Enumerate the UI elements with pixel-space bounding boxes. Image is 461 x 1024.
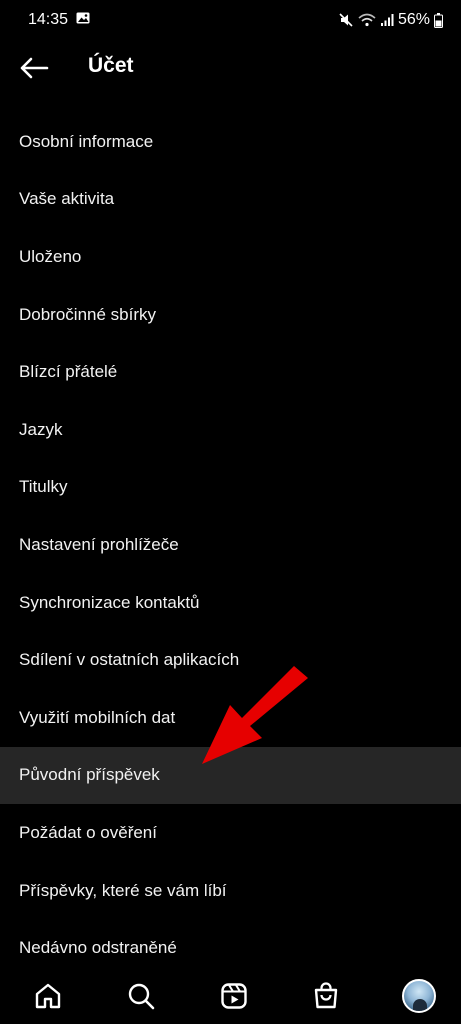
menu-item-label: Původní příspěvek [19,765,160,785]
menu-item-contacts-sync[interactable]: Synchronizace kontaktů [0,574,461,632]
search-icon [128,983,155,1010]
mute-icon [338,12,354,28]
menu-item-label: Dobročinné sbírky [19,304,157,324]
home-icon [35,983,61,1009]
battery-icon [434,12,443,28]
menu-item-liked-posts[interactable]: Příspěvky, které se vám líbí [0,862,461,920]
menu-item-label: Nastavení prohlížeče [19,534,179,554]
nav-shop-button[interactable] [306,976,346,1016]
reels-icon [220,983,247,1009]
menu-item-fundraisers[interactable]: Dobročinné sbírky [0,286,461,344]
menu-item-request-verification[interactable]: Požádat o ověření [0,804,461,862]
menu-item-label: Nedávno odstraněné [19,938,177,958]
nav-profile-button[interactable] [399,976,439,1016]
status-bar: 14:35 56% [0,0,461,40]
nav-search-button[interactable] [121,976,161,1016]
menu-item-label: Synchronizace kontaktů [19,592,200,612]
menu-item-label: Požádat o ověření [19,822,157,842]
bottom-navigation [0,968,461,1024]
shop-icon [315,982,338,1009]
battery-label: 56% [397,11,430,28]
nav-home-button[interactable] [28,976,68,1016]
arrow-left-icon [20,57,49,79]
menu-item-browser-settings[interactable]: Nastavení prohlížeče [0,516,461,574]
menu-item-label: Jazyk [19,419,63,439]
menu-item-label: Využití mobilních dat [19,707,176,727]
menu-item-personal-info[interactable]: Osobní informace [0,113,461,171]
page-title: Účet [88,54,134,77]
menu-item-original-posts[interactable]: Původní příspěvek [0,746,461,805]
status-time: 14:35 [28,11,69,28]
nav-reels-button[interactable] [214,976,254,1016]
wifi-icon [358,13,376,27]
account-settings-menu: Osobní informace Vaše aktivita Uloženo D… [0,113,461,977]
menu-item-label: Sdílení v ostatních aplikacích [19,650,240,670]
menu-item-language[interactable]: Jazyk [0,401,461,459]
menu-item-sharing-other-apps[interactable]: Sdílení v ostatních aplikacích [0,631,461,689]
app-header: Účet [0,40,461,96]
menu-item-label: Titulky [19,477,68,497]
menu-item-label: Osobní informace [19,131,154,151]
gallery-notification-icon [76,11,90,29]
menu-item-cellular-data-use[interactable]: Využití mobilních dat [0,689,461,747]
menu-item-label: Příspěvky, které se vám líbí [19,880,227,900]
menu-item-close-friends[interactable]: Blízcí přátelé [0,343,461,401]
menu-item-label: Blízcí přátelé [19,362,118,382]
menu-item-label: Uloženo [19,246,82,266]
menu-item-saved[interactable]: Uloženo [0,228,461,286]
menu-item-label: Vaše aktivita [19,189,115,209]
signal-icon [380,13,394,27]
profile-avatar [402,979,436,1013]
menu-item-captions[interactable]: Titulky [0,459,461,517]
back-button[interactable] [14,50,54,86]
menu-item-your-activity[interactable]: Vaše aktivita [0,171,461,229]
